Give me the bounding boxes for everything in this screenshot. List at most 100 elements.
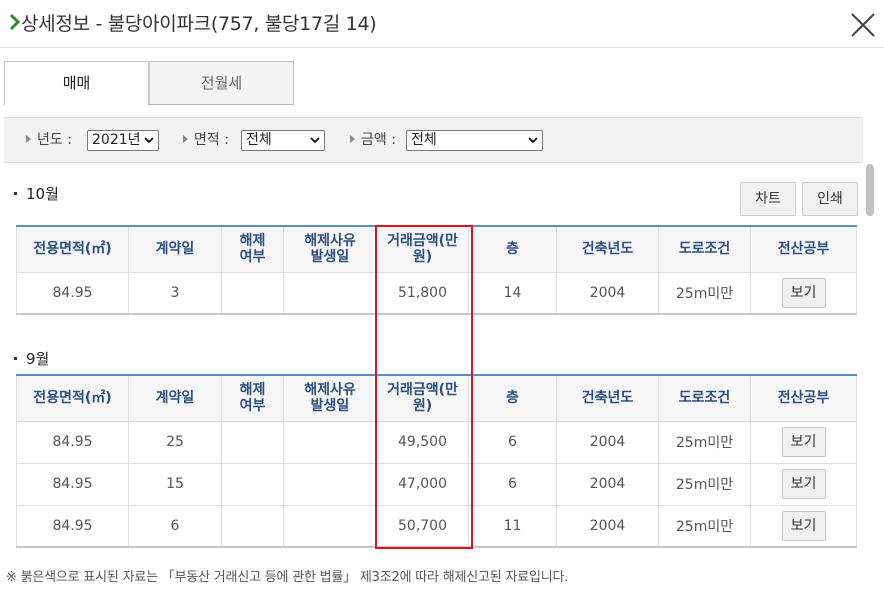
cell-day: 6 — [128, 504, 222, 548]
triangle-bullet-icon — [183, 135, 188, 143]
cell-built: 2004 — [556, 504, 659, 548]
cell-price: 51,800 — [376, 271, 469, 315]
table-row: 84.95 25 49,500 6 2004 25m미만 보기 — [16, 420, 857, 464]
transactions-table-october: 전용면적(㎡) 계약일 해제 여부 해제사유 발생일 거래금액(만 원) 층 건… — [16, 225, 857, 315]
col-contract-day: 계약일 — [128, 374, 222, 422]
cell-cancel — [221, 271, 284, 315]
table-row: 84.95 6 50,700 11 2004 25m미만 보기 — [16, 504, 857, 548]
col-cancel-date: 해제사유 발생일 — [283, 374, 377, 422]
col-area: 전용면적(㎡) — [16, 225, 129, 273]
cell-floor: 11 — [468, 504, 557, 548]
chevron-down-icon — [528, 137, 538, 144]
area-select-value: 전체 — [246, 132, 272, 148]
cell-doc: 보기 — [750, 462, 857, 506]
print-button[interactable]: 인쇄 — [802, 182, 858, 216]
col-floor: 층 — [468, 225, 557, 273]
col-cancel-date: 해제사유 발생일 — [283, 225, 377, 273]
bullet-dot-icon — [14, 192, 17, 195]
cell-cancel-date — [283, 271, 377, 315]
table-row: 84.95 15 47,000 6 2004 25m미만 보기 — [16, 462, 857, 506]
cell-floor: 14 — [468, 271, 557, 315]
cell-built: 2004 — [556, 420, 659, 464]
col-registry: 전산공부 — [750, 374, 857, 422]
triangle-bullet-icon — [350, 135, 355, 143]
year-select[interactable]: 2021년 — [87, 130, 159, 151]
cell-cancel-date — [283, 420, 377, 464]
year-filter-label: 년도 : — [26, 129, 72, 151]
tab-rent[interactable]: 전월세 — [149, 61, 294, 105]
tab-bar: 매매 전월세 — [4, 61, 294, 105]
chart-button[interactable]: 차트 — [740, 182, 796, 216]
area-label-text: 면적 : — [194, 132, 229, 148]
cell-area: 84.95 — [16, 420, 129, 464]
cell-price: 49,500 — [376, 420, 469, 464]
transactions-table-september: 전용면적(㎡) 계약일 해제 여부 해제사유 발생일 거래금액(만 원) 층 건… — [16, 374, 857, 548]
month-label: 9월 — [26, 350, 50, 368]
col-built-year: 건축년도 — [556, 374, 659, 422]
cell-price: 50,700 — [376, 504, 469, 548]
cell-doc: 보기 — [750, 420, 857, 464]
amount-label-text: 금액 : — [361, 132, 396, 148]
cell-road: 25m미만 — [658, 462, 751, 506]
col-cancelled: 해제 여부 — [221, 225, 284, 273]
col-road: 도로조건 — [658, 374, 751, 422]
year-select-value: 2021년 — [92, 132, 141, 148]
amount-select[interactable]: 전체 — [406, 130, 543, 151]
col-area: 전용면적(㎡) — [16, 374, 129, 422]
tab-divider — [149, 104, 294, 105]
amount-filter-label: 금액 : — [350, 129, 396, 151]
scrollbar-thumb[interactable] — [866, 164, 874, 216]
cell-day: 3 — [128, 271, 222, 315]
title-bar: 상세정보 - 불당아이파크(757, 불당17길 14) — [0, 0, 884, 48]
col-floor: 층 — [468, 374, 557, 422]
cell-doc: 보기 — [750, 271, 857, 315]
col-contract-day: 계약일 — [128, 225, 222, 273]
col-built-year: 건축년도 — [556, 225, 659, 273]
col-price: 거래금액(만 원) — [376, 374, 469, 422]
cell-built: 2004 — [556, 462, 659, 506]
cell-area: 84.95 — [16, 504, 129, 548]
area-filter-label: 면적 : — [183, 129, 229, 151]
tab-sale[interactable]: 매매 — [4, 61, 149, 105]
col-road: 도로조건 — [658, 225, 751, 273]
cell-cancel — [221, 420, 284, 464]
cell-area: 84.95 — [16, 271, 129, 315]
view-button[interactable]: 보기 — [781, 510, 826, 541]
view-button[interactable]: 보기 — [781, 277, 826, 308]
area-select[interactable]: 전체 — [241, 130, 325, 151]
col-cancelled: 해제 여부 — [221, 374, 284, 422]
cell-cancel — [221, 504, 284, 548]
month-label: 10월 — [26, 185, 59, 203]
cell-day: 25 — [128, 420, 222, 464]
col-registry: 전산공부 — [750, 225, 857, 273]
cell-road: 25m미만 — [658, 504, 751, 548]
view-button[interactable]: 보기 — [781, 427, 826, 457]
table-header-row: 전용면적(㎡) 계약일 해제 여부 해제사유 발생일 거래금액(만 원) 층 건… — [16, 225, 857, 273]
cell-floor: 6 — [468, 462, 557, 506]
amount-select-value: 전체 — [411, 132, 437, 148]
chevron-down-icon — [310, 137, 320, 144]
dialog-title: 상세정보 - 불당아이파크(757, 불당17길 14) — [21, 13, 377, 35]
cell-cancel-date — [283, 462, 377, 506]
cell-day: 15 — [128, 462, 222, 506]
cell-road: 25m미만 — [658, 420, 751, 464]
cell-cancel — [221, 462, 284, 506]
close-icon[interactable] — [849, 11, 877, 39]
chevron-down-icon — [144, 137, 154, 144]
view-button[interactable]: 보기 — [781, 469, 826, 499]
year-label-text: 년도 : — [37, 132, 72, 148]
chevron-right-icon — [9, 13, 21, 31]
month-heading-september: 9월 — [14, 348, 49, 369]
cell-doc: 보기 — [750, 504, 857, 548]
cell-road: 25m미만 — [658, 271, 751, 315]
month-heading-october: 10월 — [14, 183, 59, 204]
cell-floor: 6 — [468, 420, 557, 464]
table-row: 84.95 3 51,800 14 2004 25m미만 보기 — [16, 271, 857, 315]
footnote: ※ 붉은색으로 표시된 자료는 「부동산 거래신고 등에 관한 법률」 제3조2… — [6, 570, 569, 585]
cell-cancel-date — [283, 504, 377, 548]
cell-area: 84.95 — [16, 462, 129, 506]
table-header-row: 전용면적(㎡) 계약일 해제 여부 해제사유 발생일 거래금액(만 원) 층 건… — [16, 374, 857, 422]
cell-built: 2004 — [556, 271, 659, 315]
cell-price: 47,000 — [376, 462, 469, 506]
col-price: 거래금액(만 원) — [376, 225, 469, 273]
